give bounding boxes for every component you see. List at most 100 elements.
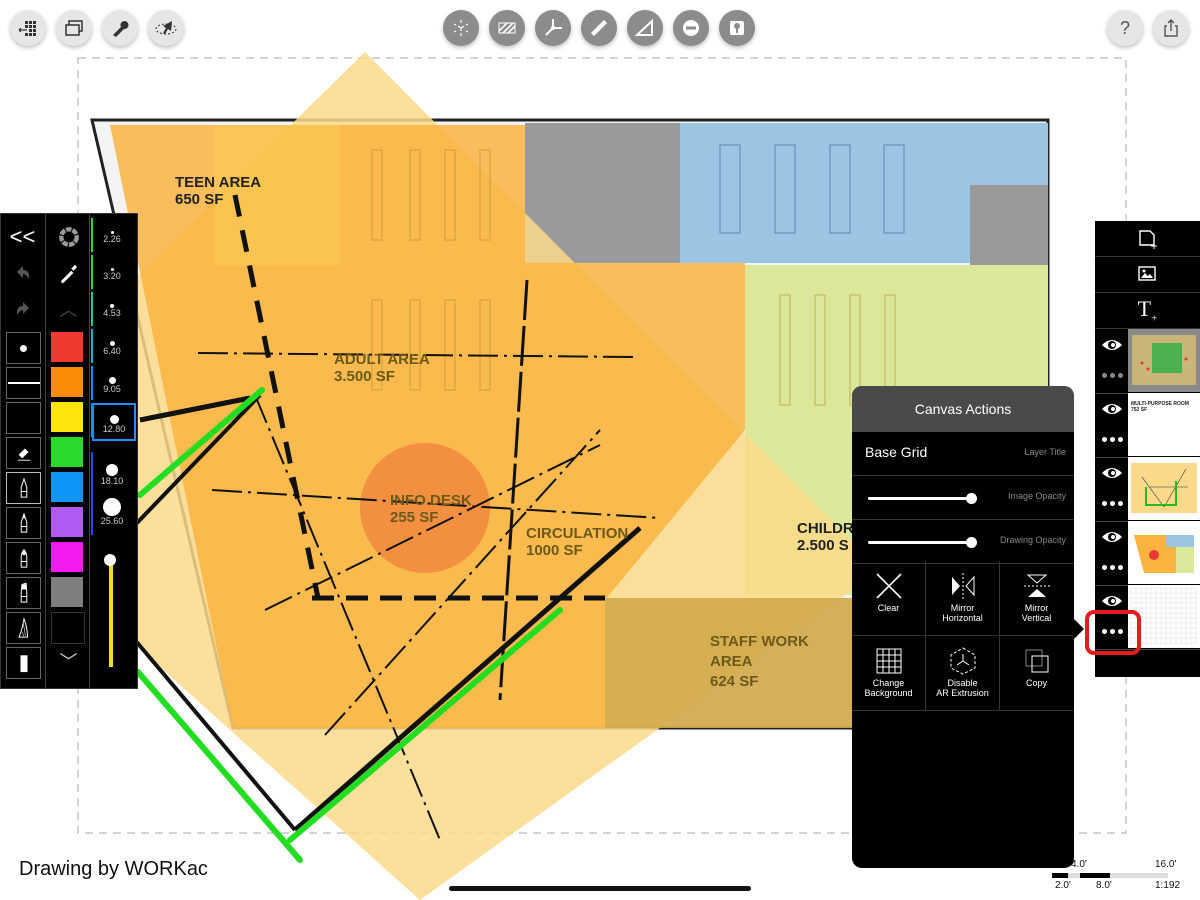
layer-row[interactable]: MULTI-PURPOSE ROOM 752 SF [1095, 393, 1200, 458]
layer-options-button[interactable] [1099, 367, 1125, 383]
eye-icon[interactable] [1101, 335, 1123, 355]
eye-icon[interactable] [1101, 399, 1123, 419]
3d-button[interactable] [443, 10, 479, 46]
pen-round-icon [20, 548, 27, 568]
opacity-slider[interactable] [104, 554, 116, 667]
scale-label-4: 4.0' [1071, 859, 1087, 870]
line-tool[interactable] [6, 367, 41, 399]
ar-cube-icon [950, 647, 975, 675]
brush-size-option[interactable]: 6.40 [92, 329, 132, 363]
eye-icon[interactable] [1101, 463, 1123, 483]
layer-options-button[interactable] [1099, 559, 1125, 575]
image-tree-icon [730, 21, 744, 35]
help-button[interactable]: ? [1107, 10, 1143, 46]
point-tool[interactable] [6, 332, 41, 364]
disable-ar-extrusion-button[interactable]: Disable AR Extrusion [926, 636, 1000, 711]
copy-button[interactable]: Copy [1000, 636, 1073, 711]
mirror-horizontal-button[interactable]: Mirror Horizontal [926, 561, 1000, 636]
ruler-button[interactable] [581, 10, 617, 46]
layer-thumbnail[interactable] [1128, 329, 1200, 392]
tools-button[interactable] [102, 10, 138, 46]
grid-exit-button[interactable] [10, 10, 46, 46]
brush-size-option[interactable]: 25.60 [92, 489, 132, 535]
pen-round-tool[interactable] [6, 542, 41, 574]
pen-fine-icon [20, 477, 27, 498]
color-swatch[interactable] [51, 367, 83, 397]
wrench-icon [113, 21, 129, 37]
action-grid: Clear Mirror Horizontal Mirror Vertical … [852, 561, 1074, 711]
collapse-palette-button[interactable]: << [6, 222, 39, 252]
fill-tool[interactable] [6, 402, 41, 434]
opacity-slider-knob[interactable] [104, 554, 116, 566]
layer-thumbnail[interactable] [1128, 521, 1200, 584]
grid-icon [876, 648, 901, 674]
share-button[interactable] [1153, 10, 1189, 46]
eyedropper-button[interactable] [52, 258, 85, 288]
ar-button[interactable] [148, 10, 184, 46]
marker-tool[interactable] [6, 577, 41, 609]
layer-title-input[interactable]: Base Grid [865, 444, 927, 460]
pen-medium-tool[interactable] [6, 507, 41, 539]
eraser-tool[interactable] [6, 437, 41, 469]
brush-size-option[interactable]: 9.05 [92, 366, 132, 400]
drawing-opacity-knob[interactable] [966, 537, 977, 548]
layer-row[interactable] [1095, 329, 1200, 394]
eye-icon[interactable] [1101, 591, 1123, 611]
color-swatch[interactable] [51, 437, 83, 467]
brush-size-label: 12.80 [102, 423, 126, 434]
scale-segment [1068, 873, 1080, 878]
chisel-tool[interactable] [6, 647, 41, 679]
color-swatch[interactable] [51, 472, 83, 502]
dot [1101, 436, 1107, 442]
subtract-button[interactable] [673, 10, 709, 46]
add-text-button[interactable]: T+ [1095, 293, 1200, 329]
color-swatch[interactable] [51, 542, 83, 572]
brush-tool[interactable] [6, 612, 41, 644]
layer-thumbnail[interactable] [1128, 457, 1200, 520]
image-opacity-slider[interactable] [868, 493, 977, 504]
canvas-actions-panel: Canvas Actions Base Grid Layer Title Ima… [852, 386, 1074, 868]
brush-size-label: 2.26 [103, 233, 121, 244]
brush-size-option[interactable]: 2.26 [92, 218, 132, 252]
image-button[interactable] [719, 10, 755, 46]
brush-size-label: 4.53 [103, 308, 121, 318]
add-image-button[interactable] [1095, 257, 1200, 293]
clear-button[interactable]: Clear [852, 561, 926, 636]
scroll-down-button[interactable]: ﹀ [52, 646, 85, 676]
scroll-up-button[interactable]: ︿ [52, 294, 85, 324]
color-swatch[interactable] [51, 402, 83, 432]
layer-row[interactable] [1095, 457, 1200, 522]
brush-size-option[interactable]: 4.53 [92, 292, 132, 326]
color-wheel-button[interactable] [52, 222, 85, 252]
brush-size-option[interactable]: 12.80 [92, 403, 136, 441]
change-background-button[interactable]: Change Background [852, 636, 926, 711]
set-square-icon [634, 18, 653, 36]
eye-icon[interactable] [1101, 527, 1123, 547]
help-icon: ? [1120, 18, 1130, 38]
drawing-credit: Drawing by WORKac [19, 858, 208, 880]
layer-row[interactable] [1095, 521, 1200, 586]
color-swatch[interactable] [51, 612, 85, 644]
home-indicator[interactable] [449, 886, 751, 891]
layer-options-button[interactable] [1099, 431, 1125, 447]
undo-button[interactable] [6, 258, 39, 288]
color-swatch[interactable] [51, 577, 83, 607]
layer-thumbnail[interactable]: MULTI-PURPOSE ROOM 752 SF [1128, 393, 1200, 456]
pen-fine-tool[interactable] [6, 472, 41, 504]
layer-options-button[interactable] [1099, 495, 1125, 511]
color-swatch[interactable] [51, 332, 83, 362]
drawing-opacity-slider[interactable] [868, 537, 977, 548]
redo-button[interactable] [6, 294, 39, 324]
set-square-button[interactable] [627, 10, 663, 46]
dot [1117, 564, 1123, 570]
layer-title-row[interactable]: Base Grid Layer Title [852, 432, 1074, 476]
color-swatch[interactable] [51, 507, 83, 537]
entry-blue [970, 123, 1048, 185]
mirror-vertical-button[interactable]: Mirror Vertical [1000, 561, 1073, 636]
hatch-button[interactable] [489, 10, 525, 46]
image-opacity-knob[interactable] [966, 493, 977, 504]
new-page-button[interactable] [1095, 221, 1200, 257]
windows-button[interactable] [56, 10, 92, 46]
axis-button[interactable] [535, 10, 571, 46]
brush-size-option[interactable]: 3.20 [92, 255, 132, 289]
